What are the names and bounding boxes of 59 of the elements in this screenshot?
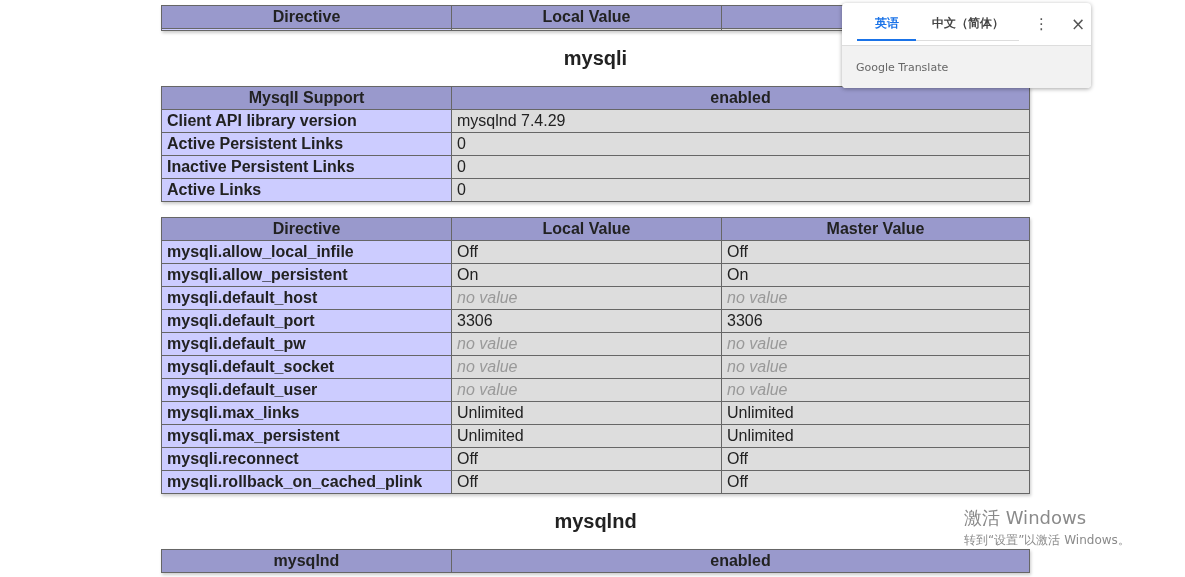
table-cell: On: [721, 263, 1030, 287]
row-label: mysqli.allow_persistent: [161, 263, 452, 287]
column-header: MysqlI Support: [161, 86, 452, 110]
table-cell: Unlimited: [721, 401, 1030, 425]
table-cell: no value: [721, 355, 1030, 379]
activation-title: 激活 Windows: [964, 506, 1088, 530]
column-header: mysqlnd: [161, 549, 452, 573]
column-header: Local Value: [451, 5, 722, 29]
translate-brand: Google Translate: [856, 60, 949, 74]
table-cell: mysqlnd 7.4.29: [451, 109, 1030, 133]
table-cell: no value: [721, 378, 1030, 402]
row-label: Active Persistent Links: [161, 132, 452, 156]
row-label: Client API library version: [161, 109, 452, 133]
section-title: mysqlnd: [554, 510, 637, 533]
table-cell: Off: [451, 240, 722, 264]
table-cell: 3306: [721, 309, 1030, 333]
table-cell: no value: [721, 286, 1030, 310]
activation-text: 转到“设置”以激活 Windows。: [964, 532, 1130, 549]
row-label: mysqli.max_links: [161, 401, 452, 425]
table-cell: Unlimited: [451, 401, 722, 425]
section-title: mysqli: [563, 47, 628, 70]
table-cell: On: [451, 263, 722, 287]
table-cell: Unlimited: [451, 424, 722, 448]
row-label: mysqli.default_host: [161, 286, 452, 310]
table-cell: no value: [451, 286, 722, 310]
table-cell: Off: [721, 447, 1030, 471]
row-label: mysqli.default_pw: [161, 332, 452, 356]
row-label: mysqli.allow_local_infile: [161, 240, 452, 264]
row-label: mysqli.reconnect: [161, 447, 452, 471]
table-cell: 3306: [451, 309, 722, 333]
table-cell: Off: [451, 470, 722, 494]
column-header: Directive: [161, 5, 452, 29]
column-header: enabled: [451, 549, 1030, 573]
row-label: mysqli.default_socket: [161, 355, 452, 379]
row-label: Inactive Persistent Links: [161, 155, 452, 179]
table-cell: no value: [721, 332, 1030, 356]
table-cell: Off: [721, 240, 1030, 264]
table-cell: no value: [451, 332, 722, 356]
table-cell: Off: [721, 470, 1030, 494]
row-label: Active Links: [161, 178, 452, 202]
column-header: Local Value: [451, 217, 722, 241]
language-tab[interactable]: 中文（简体）: [916, 7, 1019, 41]
row-label: mysqli.default_user: [161, 378, 452, 402]
language-tab[interactable]: 英语: [857, 7, 916, 41]
column-header: Master Value: [721, 217, 1030, 241]
column-header: Directive: [161, 217, 452, 241]
close-button[interactable]: ×: [1064, 14, 1091, 34]
row-label: mysqli.default_port: [161, 309, 452, 333]
table-cell: Unlimited: [721, 424, 1030, 448]
row-label: mysqli.max_persistent: [161, 424, 452, 448]
table-cell: Off: [451, 447, 722, 471]
table-cell: 0: [451, 132, 1030, 156]
row-label: mysqli.rollback_on_cached_plink: [161, 470, 452, 494]
more-options-button[interactable]: ⋮: [1027, 15, 1056, 33]
column-header: enabled: [451, 86, 1030, 110]
table-cell: 0: [451, 178, 1030, 202]
table-cell: 0: [451, 155, 1030, 179]
table-cell: no value: [451, 378, 722, 402]
table-cell: no value: [451, 355, 722, 379]
